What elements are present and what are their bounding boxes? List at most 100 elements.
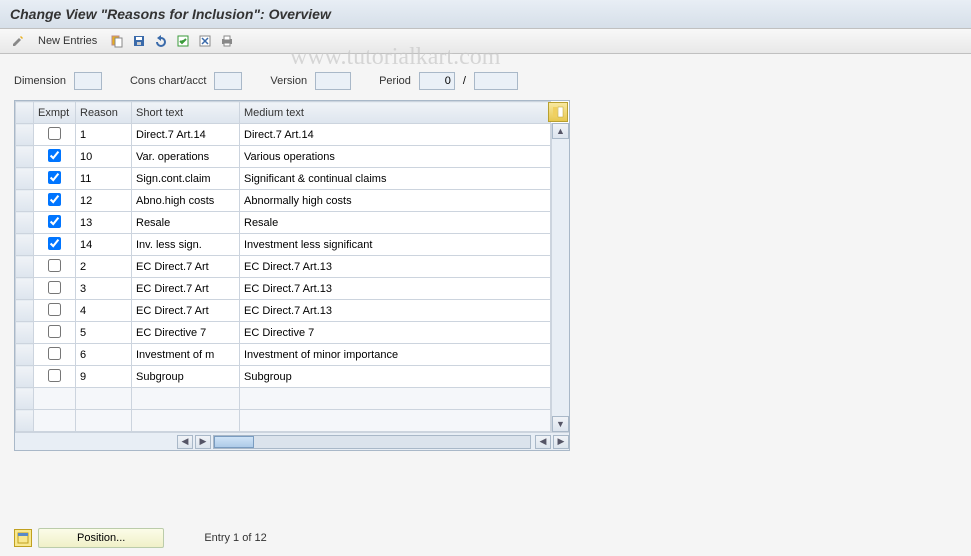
scroll-left-icon[interactable]: ◀ bbox=[177, 435, 193, 449]
row-selector[interactable] bbox=[16, 322, 34, 344]
copy-icon[interactable] bbox=[109, 33, 125, 49]
reason-cell[interactable]: 1 bbox=[76, 124, 132, 146]
dimension-input[interactable] bbox=[74, 72, 102, 90]
medium-text-cell[interactable]: Various operations bbox=[240, 146, 551, 168]
short-text-cell[interactable]: Abno.high costs bbox=[132, 190, 240, 212]
row-selector[interactable] bbox=[16, 190, 34, 212]
exmpt-checkbox[interactable] bbox=[48, 259, 61, 272]
reason-cell[interactable]: 11 bbox=[76, 168, 132, 190]
exmpt-checkbox[interactable] bbox=[48, 237, 61, 250]
row-selector[interactable] bbox=[16, 366, 34, 388]
row-selector[interactable] bbox=[16, 124, 34, 146]
col-exmpt[interactable]: Exmpt bbox=[34, 102, 76, 124]
short-text-cell[interactable]: Subgroup bbox=[132, 366, 240, 388]
col-medium[interactable]: Medium text bbox=[240, 102, 551, 124]
medium-text-cell[interactable]: Resale bbox=[240, 212, 551, 234]
exmpt-cell[interactable] bbox=[34, 234, 76, 256]
scroll-left-end-icon[interactable]: ◀ bbox=[535, 435, 551, 449]
short-text-cell[interactable]: Direct.7 Art.14 bbox=[132, 124, 240, 146]
deselect-all-icon[interactable] bbox=[197, 33, 213, 49]
table-row[interactable]: 10Var. operationsVarious operations bbox=[16, 146, 551, 168]
short-text-cell[interactable]: EC Direct.7 Art bbox=[132, 256, 240, 278]
short-text-cell[interactable]: EC Directive 7 bbox=[132, 322, 240, 344]
col-short[interactable]: Short text bbox=[132, 102, 240, 124]
exmpt-cell[interactable] bbox=[34, 278, 76, 300]
scroll-right-icon[interactable]: ▶ bbox=[553, 435, 569, 449]
row-selector[interactable] bbox=[16, 344, 34, 366]
medium-text-cell[interactable]: Subgroup bbox=[240, 366, 551, 388]
exmpt-cell[interactable] bbox=[34, 344, 76, 366]
scroll-right-inner-icon[interactable]: ▶ bbox=[195, 435, 211, 449]
exmpt-cell[interactable] bbox=[34, 146, 76, 168]
version-input[interactable] bbox=[315, 72, 351, 90]
reason-cell[interactable]: 5 bbox=[76, 322, 132, 344]
horizontal-scrollbar[interactable]: ◀ ▶ ◀ ▶ bbox=[15, 432, 569, 450]
table-row[interactable]: 5EC Directive 7EC Directive 7 bbox=[16, 322, 551, 344]
exmpt-cell[interactable] bbox=[34, 212, 76, 234]
table-row[interactable]: 1Direct.7 Art.14Direct.7 Art.14 bbox=[16, 124, 551, 146]
row-selector[interactable] bbox=[16, 212, 34, 234]
print-icon[interactable] bbox=[219, 33, 235, 49]
medium-text-cell[interactable]: Investment of minor importance bbox=[240, 344, 551, 366]
exmpt-cell[interactable] bbox=[34, 124, 76, 146]
col-reason[interactable]: Reason bbox=[76, 102, 132, 124]
row-selector[interactable] bbox=[16, 168, 34, 190]
scroll-down-icon[interactable]: ▼ bbox=[552, 416, 569, 432]
table-row[interactable]: 4EC Direct.7 ArtEC Direct.7 Art.13 bbox=[16, 300, 551, 322]
short-text-cell[interactable]: EC Direct.7 Art bbox=[132, 300, 240, 322]
hscroll-track[interactable] bbox=[213, 435, 531, 449]
reason-cell[interactable]: 3 bbox=[76, 278, 132, 300]
undo-icon[interactable] bbox=[153, 33, 169, 49]
medium-text-cell[interactable]: EC Direct.7 Art.13 bbox=[240, 300, 551, 322]
hscroll-thumb[interactable] bbox=[214, 436, 254, 448]
medium-text-cell[interactable]: Investment less significant bbox=[240, 234, 551, 256]
cons-chart-input[interactable] bbox=[214, 72, 242, 90]
table-row[interactable]: 12Abno.high costsAbnormally high costs bbox=[16, 190, 551, 212]
position-button[interactable]: Position... bbox=[14, 528, 164, 548]
short-text-cell[interactable]: Sign.cont.claim bbox=[132, 168, 240, 190]
table-row[interactable]: 2EC Direct.7 ArtEC Direct.7 Art.13 bbox=[16, 256, 551, 278]
medium-text-cell[interactable]: Direct.7 Art.14 bbox=[240, 124, 551, 146]
row-selector[interactable] bbox=[16, 300, 34, 322]
row-selector[interactable] bbox=[16, 234, 34, 256]
scroll-up-icon[interactable]: ▲ bbox=[552, 123, 569, 139]
exmpt-cell[interactable] bbox=[34, 300, 76, 322]
table-row[interactable]: 3EC Direct.7 ArtEC Direct.7 Art.13 bbox=[16, 278, 551, 300]
short-text-cell[interactable]: Resale bbox=[132, 212, 240, 234]
exmpt-cell[interactable] bbox=[34, 366, 76, 388]
reason-cell[interactable]: 12 bbox=[76, 190, 132, 212]
period-input-2[interactable] bbox=[474, 72, 518, 90]
short-text-cell[interactable]: Investment of m bbox=[132, 344, 240, 366]
reason-cell[interactable]: 6 bbox=[76, 344, 132, 366]
vertical-scrollbar[interactable]: ▲ ▼ bbox=[551, 123, 569, 432]
row-selector[interactable] bbox=[16, 256, 34, 278]
reason-cell[interactable]: 4 bbox=[76, 300, 132, 322]
exmpt-checkbox[interactable] bbox=[48, 149, 61, 162]
save-icon[interactable] bbox=[131, 33, 147, 49]
exmpt-checkbox[interactable] bbox=[48, 369, 61, 382]
exmpt-cell[interactable] bbox=[34, 190, 76, 212]
table-row[interactable]: 9SubgroupSubgroup bbox=[16, 366, 551, 388]
exmpt-checkbox[interactable] bbox=[48, 325, 61, 338]
row-selector[interactable] bbox=[16, 278, 34, 300]
table-row[interactable]: 6Investment of mInvestment of minor impo… bbox=[16, 344, 551, 366]
new-entries-button[interactable]: New Entries bbox=[32, 35, 103, 47]
reason-cell[interactable]: 9 bbox=[76, 366, 132, 388]
medium-text-cell[interactable]: EC Directive 7 bbox=[240, 322, 551, 344]
exmpt-checkbox[interactable] bbox=[48, 215, 61, 228]
short-text-cell[interactable]: Inv. less sign. bbox=[132, 234, 240, 256]
table-config-icon[interactable] bbox=[548, 102, 568, 122]
exmpt-checkbox[interactable] bbox=[48, 127, 61, 140]
select-all-icon[interactable] bbox=[175, 33, 191, 49]
exmpt-checkbox[interactable] bbox=[48, 171, 61, 184]
exmpt-checkbox[interactable] bbox=[48, 193, 61, 206]
medium-text-cell[interactable]: Significant & continual claims bbox=[240, 168, 551, 190]
exmpt-cell[interactable] bbox=[34, 322, 76, 344]
table-row[interactable]: 14Inv. less sign.Investment less signifi… bbox=[16, 234, 551, 256]
short-text-cell[interactable]: Var. operations bbox=[132, 146, 240, 168]
exmpt-checkbox[interactable] bbox=[48, 303, 61, 316]
exmpt-cell[interactable] bbox=[34, 168, 76, 190]
row-selector[interactable] bbox=[16, 146, 34, 168]
reason-cell[interactable]: 2 bbox=[76, 256, 132, 278]
reason-cell[interactable]: 14 bbox=[76, 234, 132, 256]
